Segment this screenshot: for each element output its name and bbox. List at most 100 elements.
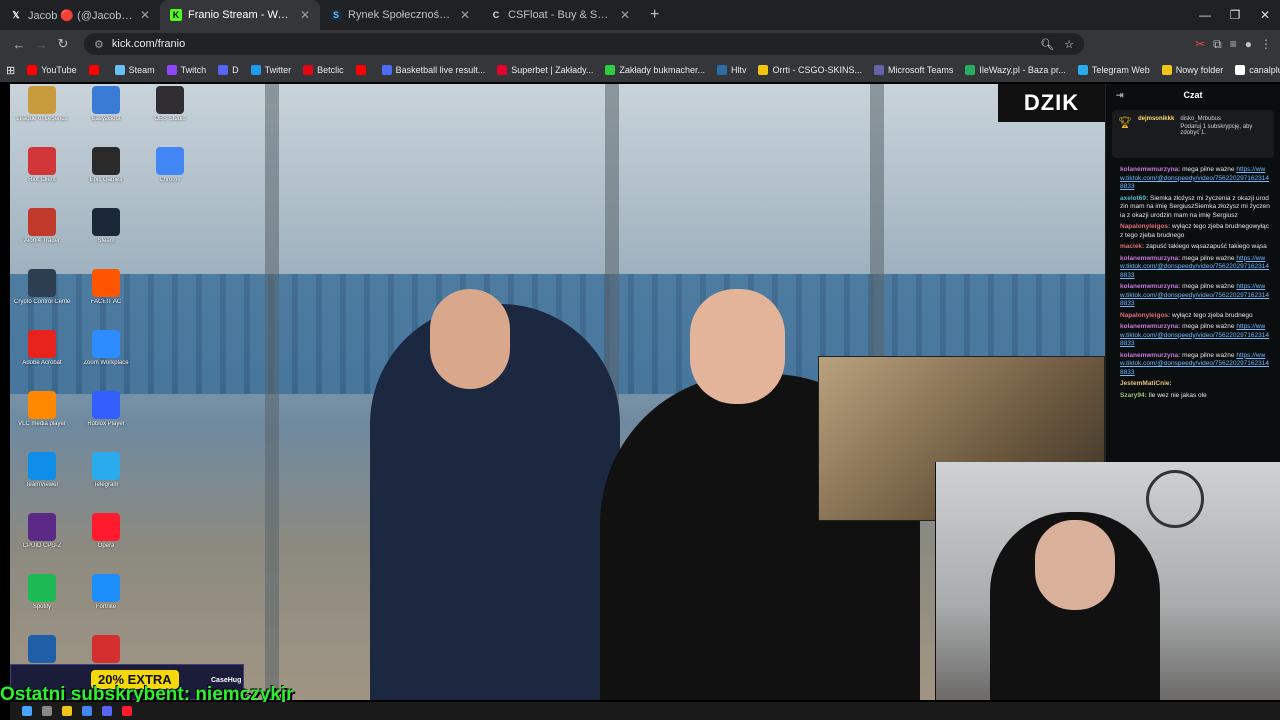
menu-icon[interactable]: ⋮ [1260,37,1272,52]
bookmark-star-icon[interactable]: ☆ [1064,38,1074,51]
close-icon[interactable]: ✕ [300,8,310,22]
chat-message: Napalonyleigos: wyłącz tego zjeba brudne… [1120,223,1270,240]
close-icon[interactable]: ✕ [460,8,470,22]
media-icon[interactable]: ≡ [1230,37,1237,52]
bookmark-item[interactable]: Hltv [716,65,746,75]
bookmark-item[interactable]: Nowy folder [1161,65,1223,75]
desktop-icon[interactable]: Spotify [14,574,70,626]
back-icon[interactable]: ← [8,37,30,52]
desktop-icon[interactable]: Riot Client [14,147,70,199]
chat-username[interactable]: Napalonyleigos: [1120,223,1172,230]
site-info-icon[interactable]: ⚙ [94,38,104,51]
tab-steam[interactable]: S Rynek Społeczności Steam :: Of ✕ [320,0,480,30]
bookmark-icon [303,65,314,75]
bookmarks-bar: ⊞ YouTube Steam Twitch D Twitter Betclic Baske… [0,58,1280,82]
chat-username[interactable]: kolanemwmurzyna: [1120,255,1182,262]
wall-clock [1146,470,1204,528]
desktop-icon[interactable]: TeamViewer [14,452,70,504]
desktop-icon-label: Adobe Acrobat [22,360,62,366]
opera-icon[interactable] [122,706,132,716]
bookmark-label: Twitter [264,65,292,75]
chat-header: ⇥ Czat [1106,84,1280,106]
desktop-icon[interactable]: Steam [78,208,134,260]
desktop-icon[interactable]: VLC media player [14,391,70,443]
desktop-icon[interactable]: League of Legends [14,86,70,138]
chat-username[interactable]: Napalonyleigos: [1120,312,1172,319]
pinned-user[interactable]: dejmsonikkk [1138,116,1174,122]
desktop-icon[interactable]: CPUID CPU-Z [14,513,70,565]
minimize-icon[interactable]: — [1190,0,1220,30]
chat-username[interactable]: axelot69: [1120,195,1150,202]
bookmark-icon [1161,65,1172,75]
search-icon[interactable] [42,706,52,716]
chat-username[interactable]: kolanemwmurzyna: [1120,166,1182,173]
desktop-icon[interactable]: Fortnite [78,574,134,626]
extension-icon[interactable]: ✂ [1195,37,1205,52]
bookmark-label: Microsoft Teams [887,65,954,75]
app-icon [92,330,120,358]
close-icon[interactable]: ✕ [620,8,630,22]
bookmark-item[interactable]: Betclic [303,65,344,75]
chat-username[interactable]: kolanemwmurzyna: [1120,283,1182,290]
bookmark-item[interactable]: Superbet | Zakłady... [497,65,593,75]
bookmark-label: YouTube [41,65,77,75]
chrome-icon[interactable] [82,706,92,716]
desktop-icon[interactable]: Epic Games [78,147,134,199]
desktop-icon[interactable]: Adobe Acrobat [14,330,70,382]
bookmark-item[interactable]: Steam [114,65,155,75]
bookmark-label: Steam [128,65,155,75]
forward-icon[interactable]: → [30,37,52,52]
bookmark-item[interactable] [355,65,370,75]
bookmark-item[interactable]: IleWazy.pl - Baza pr... [965,65,1066,75]
chat-username[interactable]: JestemMatiCnie: [1120,380,1172,387]
tab-kick[interactable]: K Franio Stream - Watch Live ✕ [160,0,320,30]
bookmark-item[interactable]: Twitch [166,65,206,75]
bookmark-item[interactable]: YouTube [27,65,77,75]
bookmark-item[interactable]: Orrti - CSGO-SKINS... [758,65,862,75]
app-icon [28,330,56,358]
bookmark-item[interactable]: Microsoft Teams [873,65,954,75]
bookmark-item[interactable]: Basketball live result... [381,65,485,75]
restore-icon[interactable]: ❐ [1220,0,1250,30]
start-icon[interactable] [22,706,32,716]
bookmark-item[interactable]: Twitter [250,65,292,75]
desktop-icon[interactable]: Aion 4 Trader [14,208,70,260]
chat-username[interactable]: Szary94: [1120,392,1149,399]
bookmark-item[interactable]: D [218,65,239,75]
tab-x[interactable]: 𝕏 Jacob 🔴 (@Jacob4yt) / X ✕ [0,0,160,30]
explorer-icon[interactable] [62,706,72,716]
close-window-icon[interactable]: ✕ [1250,0,1280,30]
pinned-gift-banner[interactable]: 🏆︎ dejmsonikkk disko_Mrbubus Podaruj 1 s… [1112,110,1274,158]
desktop-icon[interactable]: OBS Studio [142,86,198,138]
collapse-chat-icon[interactable]: ⇥ [1116,90,1124,101]
app-icon [92,635,120,663]
tab-csfloat[interactable]: C CSFloat - Buy & Sell CS2 Skins ✕ [480,0,640,30]
reload-icon[interactable]: ↻ [52,36,74,52]
apps-grid-icon[interactable]: ⊞ [6,64,15,77]
discord-icon[interactable] [102,706,112,716]
chat-title: Czat [1183,90,1203,100]
chat-username[interactable]: maciek: [1120,243,1146,250]
desktop-icon[interactable]: Roblox Player [78,391,134,443]
bookmark-item[interactable] [88,65,103,75]
desktop-icon[interactable]: Telegram [78,452,134,504]
desktop-icon[interactable]: Crypto Control Center [14,269,70,321]
bookmark-item[interactable]: canalplus.com [1235,65,1280,75]
zoom-icon[interactable]: 🔍︎ [1040,38,1054,51]
desktop-icon[interactable]: Chrome [142,147,198,199]
chat-username[interactable]: kolanemwmurzyna: [1120,352,1182,359]
chat-username[interactable]: kolanemwmurzyna: [1120,323,1182,330]
address-bar[interactable]: ⚙ kick.com/franio 🔍︎ ☆ [84,33,1084,55]
desktop-icon[interactable]: Easy2Boot [78,86,134,138]
desktop-icon[interactable]: Opera [78,513,134,565]
dzik-logo: DZIK [998,84,1105,122]
bookmark-item[interactable]: Zakłady bukmacher... [605,65,705,75]
profile-avatar[interactable]: ● [1245,37,1252,52]
desktop-icon-label: FACEIT AC [90,299,122,305]
desktop-icon[interactable]: Zoom Workplace [78,330,134,382]
new-tab-button[interactable]: + [640,6,669,24]
extensions-puzzle-icon[interactable]: ⧉ [1213,37,1222,52]
bookmark-item[interactable]: Telegram Web [1077,65,1150,75]
close-icon[interactable]: ✕ [140,8,150,22]
desktop-icon[interactable]: FACEIT AC [78,269,134,321]
